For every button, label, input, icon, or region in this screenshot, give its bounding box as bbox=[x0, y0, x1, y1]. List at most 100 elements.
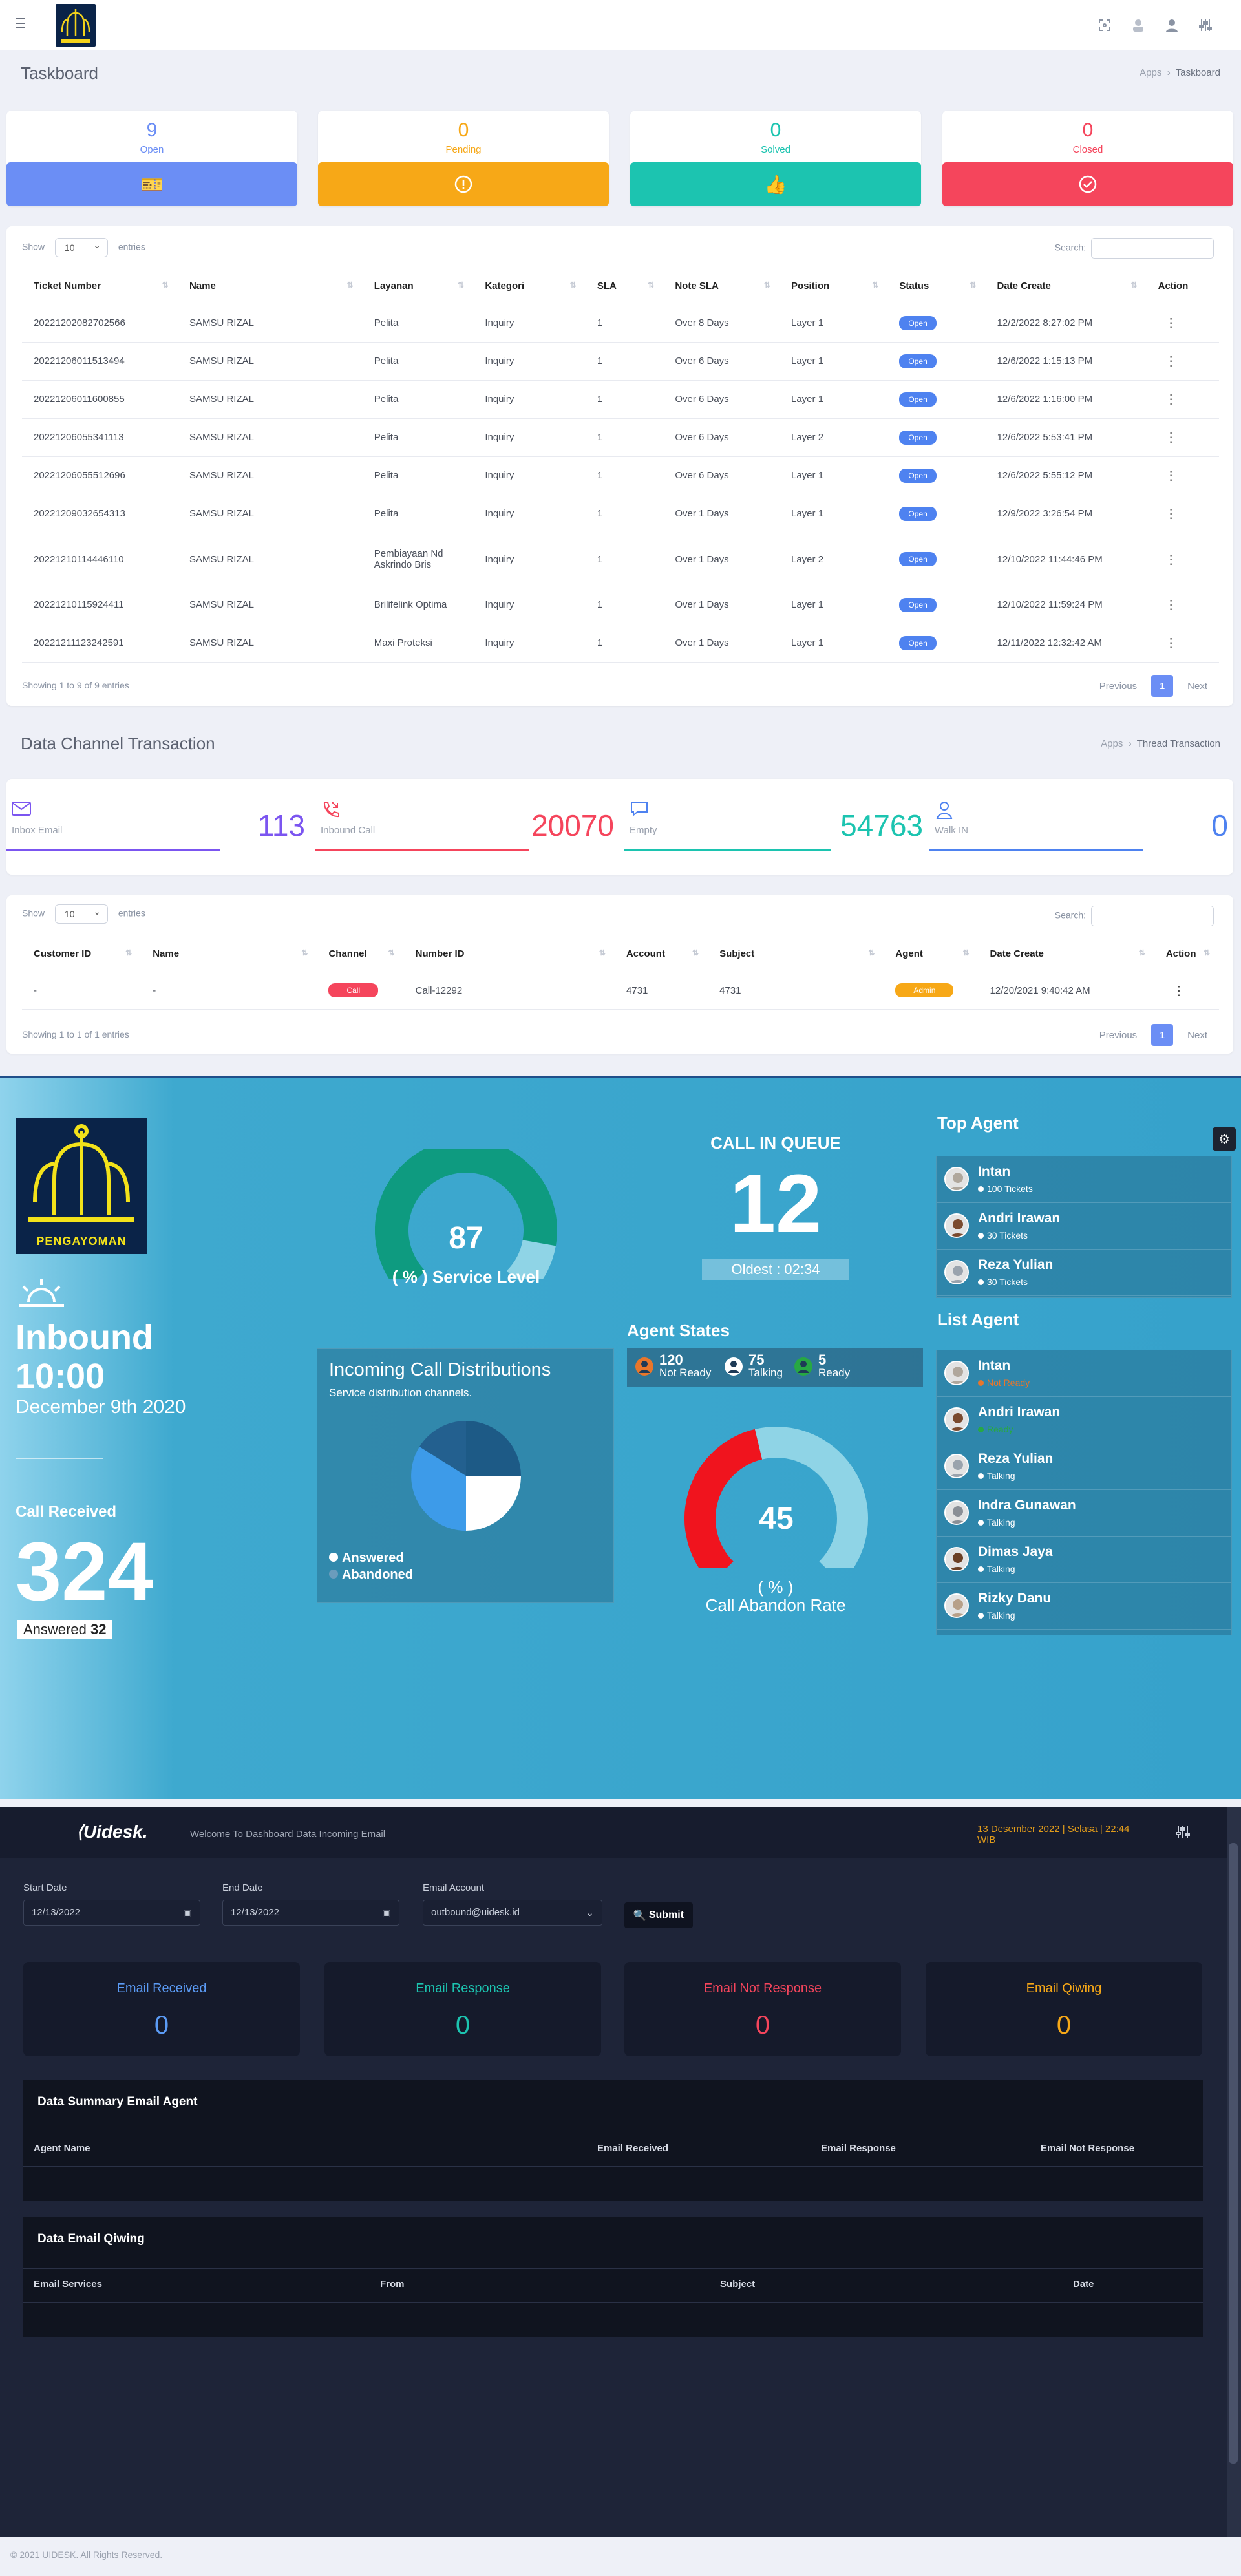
channel-card-empty[interactable]: Empty 54763 bbox=[624, 780, 928, 851]
cell-action: ⋮ bbox=[1146, 456, 1219, 495]
row-action-menu-icon[interactable]: ⋮ bbox=[1158, 553, 1178, 567]
not-ready-icon bbox=[635, 1357, 653, 1376]
top-agent-item[interactable]: Reza Yulian 30 Tickets bbox=[937, 1250, 1231, 1296]
status-dot bbox=[978, 1380, 984, 1386]
next-page-button[interactable]: Next bbox=[1187, 1030, 1207, 1041]
page-1-button[interactable]: 1 bbox=[1151, 675, 1174, 697]
agent-status-text: Ready bbox=[987, 1424, 1013, 1434]
abandon-rate-gauge-chart bbox=[684, 1427, 868, 1584]
channel-label: Inbox Email bbox=[12, 825, 63, 836]
scrollbar-thumb[interactable] bbox=[1229, 1843, 1238, 2464]
breadcrumb-apps[interactable]: Apps bbox=[1140, 67, 1161, 78]
open-tickets-button[interactable]: 🎫 bbox=[6, 162, 297, 206]
table-cell: Open bbox=[887, 495, 986, 533]
column-header[interactable]: Date Create ⇅ bbox=[985, 269, 1147, 304]
row-action-menu-icon[interactable]: ⋮ bbox=[1158, 316, 1178, 330]
column-header[interactable]: Action bbox=[1146, 269, 1219, 304]
column-header[interactable]: Note SLA ⇅ bbox=[663, 269, 780, 304]
list-agent-item[interactable]: Reza Yulian Talking bbox=[937, 1443, 1231, 1490]
table-cell: Inquiry bbox=[473, 342, 586, 381]
column-header[interactable]: Date Create ⇅ bbox=[978, 937, 1154, 972]
column-header[interactable]: Name ⇅ bbox=[177, 269, 363, 304]
column-header[interactable]: Agent ⇅ bbox=[884, 937, 979, 972]
status-badge: Open bbox=[899, 354, 937, 368]
abandon-rate-unit: ( % ) bbox=[758, 1577, 794, 1597]
call-in-queue-value: 12 bbox=[729, 1158, 822, 1250]
column-header[interactable]: Account ⇅ bbox=[614, 937, 708, 972]
row-action-menu-icon[interactable]: ⋮ bbox=[1158, 507, 1178, 521]
stat-label: Solved bbox=[761, 144, 790, 155]
table-cell: Layer 1 bbox=[780, 380, 888, 419]
row-action-menu-icon[interactable]: ⋮ bbox=[1166, 984, 1185, 998]
pending-tickets-button[interactable] bbox=[318, 162, 609, 206]
channel-card-inbox-email[interactable]: Inbox Email 113 bbox=[6, 780, 310, 851]
column-header[interactable]: Position ⇅ bbox=[780, 269, 888, 304]
state-value: 5 bbox=[818, 1352, 827, 1368]
table-cell: Layer 2 bbox=[780, 418, 888, 457]
gear-icon[interactable]: ⚙ bbox=[1213, 1127, 1236, 1151]
list-agent-item[interactable]: Intan Not Ready bbox=[937, 1350, 1231, 1397]
row-action-menu-icon[interactable]: ⋮ bbox=[1158, 469, 1178, 483]
row-action-menu-icon[interactable]: ⋮ bbox=[1158, 636, 1178, 650]
column-header[interactable]: Number ID ⇅ bbox=[403, 937, 615, 972]
entries-select[interactable]: 10 bbox=[54, 236, 108, 257]
table-cell: Over 6 Days bbox=[663, 342, 780, 381]
breadcrumb-apps[interactable]: Apps bbox=[1101, 738, 1123, 749]
search-input[interactable] bbox=[1091, 906, 1214, 926]
column-header[interactable]: Name ⇅ bbox=[141, 937, 317, 972]
row-action-menu-icon[interactable]: ⋮ bbox=[1158, 354, 1178, 368]
search-label: Search: bbox=[1054, 242, 1086, 253]
column-header[interactable]: Kategori ⇅ bbox=[473, 269, 586, 304]
page-title: Taskboard bbox=[21, 63, 98, 83]
previous-page-button[interactable]: Previous bbox=[1099, 681, 1137, 692]
sort-icon: ⇅ bbox=[1130, 281, 1138, 290]
fullscreen-icon[interactable] bbox=[1095, 16, 1114, 35]
notification-icon[interactable] bbox=[1129, 16, 1148, 35]
list-agent-item[interactable]: Andri Irawan Ready bbox=[937, 1397, 1231, 1443]
column-header[interactable]: Layanan ⇅ bbox=[362, 269, 474, 304]
channel-breadcrumb: Apps › Thread Transaction bbox=[1101, 738, 1220, 749]
next-page-button[interactable]: Next bbox=[1187, 681, 1207, 692]
filter-sliders-icon[interactable] bbox=[1175, 1825, 1191, 1841]
table-cell: Over 6 Days bbox=[663, 418, 780, 457]
submit-button[interactable]: 🔍 Submit bbox=[624, 1902, 693, 1928]
top-agent-item[interactable]: Intan 100 Tickets bbox=[937, 1156, 1231, 1203]
list-agent-item[interactable]: Dimas Jaya Talking bbox=[937, 1537, 1231, 1583]
table-cell: Layer 1 bbox=[780, 586, 888, 624]
top-agent-item[interactable]: Andri Irawan 30 Tickets bbox=[937, 1203, 1231, 1250]
user-profile-icon[interactable] bbox=[1162, 16, 1182, 35]
column-header[interactable]: Customer ID ⇅ bbox=[22, 937, 142, 972]
row-action-menu-icon[interactable]: ⋮ bbox=[1158, 598, 1178, 612]
settings-sliders-icon[interactable] bbox=[1196, 16, 1215, 35]
column-header[interactable]: Ticket Number ⇅ bbox=[22, 269, 178, 304]
hamburger-menu-icon[interactable] bbox=[16, 18, 30, 28]
uidesk-logo[interactable]: ⟨Uidesk. bbox=[76, 1821, 148, 1842]
row-action-menu-icon[interactable]: ⋮ bbox=[1158, 431, 1178, 445]
row-action-menu-icon[interactable]: ⋮ bbox=[1158, 392, 1178, 407]
search-input[interactable] bbox=[1091, 238, 1214, 259]
channel-card-inbound-call[interactable]: Inbound Call 20070 bbox=[315, 780, 619, 851]
end-date-input[interactable]: 12/13/2022 ▣ bbox=[222, 1900, 399, 1926]
column-header[interactable]: Action ⇅ bbox=[1154, 937, 1219, 972]
start-date-input[interactable]: 12/13/2022 ▣ bbox=[23, 1900, 200, 1926]
table-cell: SAMSU RIZAL bbox=[177, 456, 363, 495]
closed-tickets-button[interactable] bbox=[942, 162, 1233, 206]
email-account-select[interactable]: outbound@uidesk.id ⌄ bbox=[423, 1900, 602, 1926]
column-header[interactable]: Status ⇅ bbox=[887, 269, 986, 304]
agent-status-text: Not Ready bbox=[987, 1378, 1030, 1388]
column-header[interactable]: Subject ⇅ bbox=[708, 937, 884, 972]
column-header[interactable]: Channel ⇅ bbox=[317, 937, 404, 972]
page-1-button[interactable]: 1 bbox=[1151, 1024, 1174, 1046]
column-header[interactable]: SLA ⇅ bbox=[585, 269, 664, 304]
app-logo[interactable] bbox=[56, 4, 96, 47]
entries-select[interactable]: 10 bbox=[54, 902, 108, 924]
list-agent-item[interactable]: Rizky Danu Talking bbox=[937, 1583, 1231, 1630]
status-badge: Open bbox=[899, 635, 937, 650]
solved-tickets-button[interactable]: 👍 bbox=[630, 162, 921, 206]
channel-card-walk-in[interactable]: Walk IN 0 bbox=[929, 780, 1233, 851]
list-agent-item[interactable]: Indra Gunawan Talking bbox=[937, 1490, 1231, 1537]
channel-progress-bar bbox=[929, 849, 1143, 851]
previous-page-button[interactable]: Previous bbox=[1099, 1030, 1137, 1041]
table-cell: 1 bbox=[585, 380, 664, 419]
scrollbar[interactable] bbox=[1227, 1807, 1241, 2537]
